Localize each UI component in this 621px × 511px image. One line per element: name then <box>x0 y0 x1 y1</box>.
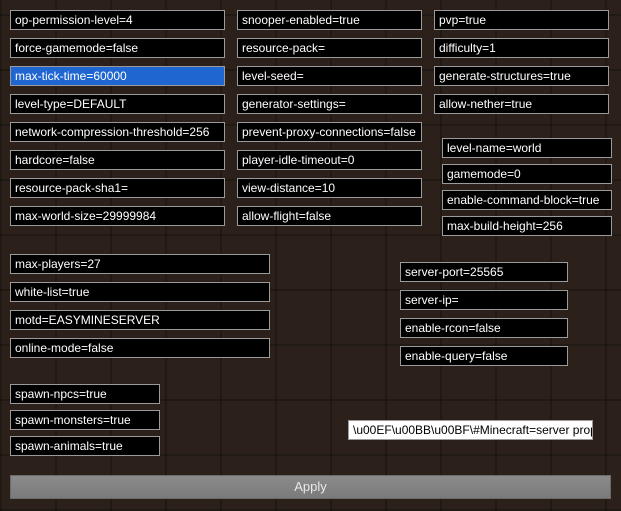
prop-enable-command-block[interactable]: enable-command-block=true <box>442 190 612 210</box>
prop-allow-flight[interactable]: allow-flight=false <box>237 206 422 226</box>
prop-snooper-enabled[interactable]: snooper-enabled=true <box>237 10 422 30</box>
prop-op-permission-level[interactable]: op-permission-level=4 <box>10 10 225 30</box>
prop-pvp[interactable]: pvp=true <box>434 10 609 30</box>
prop-hardcore[interactable]: hardcore=false <box>10 150 225 170</box>
prop-level-seed[interactable]: level-seed= <box>237 66 422 86</box>
prop-max-world-size[interactable]: max-world-size=29999984 <box>10 206 225 226</box>
prop-spawn-npcs[interactable]: spawn-npcs=true <box>10 384 160 404</box>
prop-network-compression-threshold[interactable]: network-compression-threshold=256 <box>10 122 225 142</box>
prop-resource-pack[interactable]: resource-pack= <box>237 38 422 58</box>
prop-resource-pack-sha1[interactable]: resource-pack-sha1= <box>10 178 225 198</box>
prop-allow-nether[interactable]: allow-nether=true <box>434 94 609 114</box>
prop-max-tick-time[interactable]: max-tick-time=60000 <box>10 66 225 86</box>
prop-enable-query[interactable]: enable-query=false <box>400 346 568 366</box>
prop-view-distance[interactable]: view-distance=10 <box>237 178 422 198</box>
prop-gamemode[interactable]: gamemode=0 <box>442 164 612 184</box>
prop-white-list[interactable]: white-list=true <box>10 282 270 302</box>
prop-online-mode[interactable]: online-mode=false <box>10 338 270 358</box>
apply-button[interactable]: Apply <box>10 475 611 499</box>
prop-difficulty[interactable]: difficulty=1 <box>434 38 609 58</box>
server-properties-pane: op-permission-level=4 force-gamemode=fal… <box>0 0 621 511</box>
prop-prevent-proxy-connections[interactable]: prevent-proxy-connections=false <box>237 122 422 142</box>
prop-force-gamemode[interactable]: force-gamemode=false <box>10 38 225 58</box>
prop-generator-settings[interactable]: generator-settings= <box>237 94 422 114</box>
prop-enable-rcon[interactable]: enable-rcon=false <box>400 318 568 338</box>
prop-raw-header[interactable]: \u00EF\u00BB\u00BF\#Minecraft=server pro… <box>348 420 593 440</box>
prop-motd[interactable]: motd=EASYMINESERVER <box>10 310 270 330</box>
prop-server-ip[interactable]: server-ip= <box>400 290 568 310</box>
prop-level-name[interactable]: level-name=world <box>442 138 612 158</box>
prop-max-build-height[interactable]: max-build-height=256 <box>442 216 612 236</box>
prop-level-type[interactable]: level-type=DEFAULT <box>10 94 225 114</box>
prop-spawn-animals[interactable]: spawn-animals=true <box>10 436 160 456</box>
prop-max-players[interactable]: max-players=27 <box>10 254 270 274</box>
prop-generate-structures[interactable]: generate-structures=true <box>434 66 609 86</box>
prop-player-idle-timeout[interactable]: player-idle-timeout=0 <box>237 150 422 170</box>
prop-server-port[interactable]: server-port=25565 <box>400 262 568 282</box>
prop-spawn-monsters[interactable]: spawn-monsters=true <box>10 410 160 430</box>
